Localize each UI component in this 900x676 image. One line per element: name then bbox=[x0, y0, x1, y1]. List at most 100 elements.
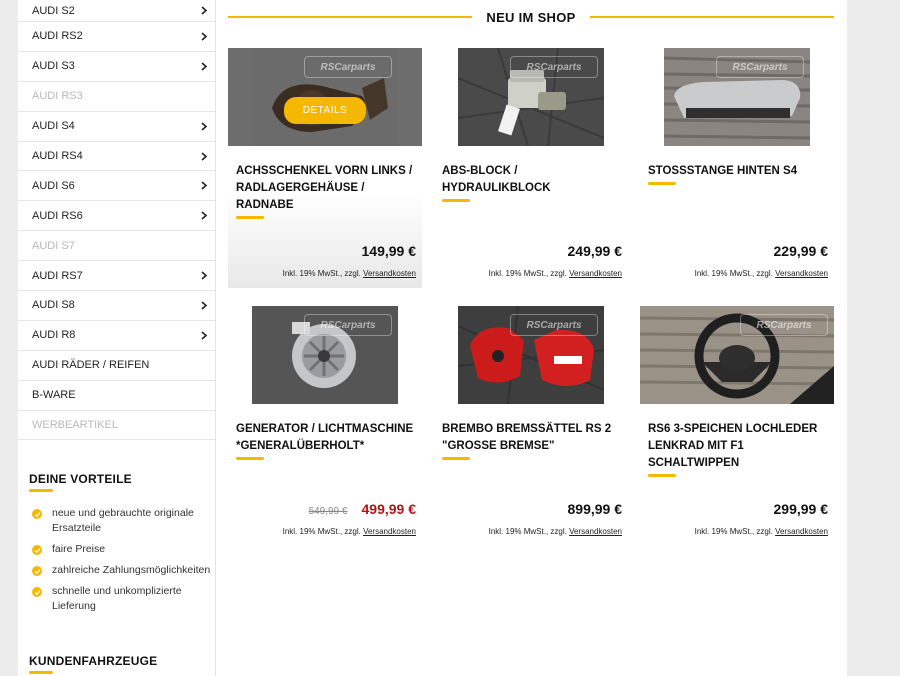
customer-cars-title: KUNDENFAHRZEUGE bbox=[29, 654, 157, 674]
product-title[interactable]: ABS-BLOCK / HYDRAULIKBLOCK bbox=[442, 163, 624, 202]
product-card[interactable]: RSCarparts STOSSSTANGE HINTEN S4 229,99 … bbox=[640, 48, 834, 288]
benefit-item: faire Preise bbox=[29, 542, 215, 557]
product-card[interactable]: RSCarparts ABS-BLOCK / HYDRAULIKBLOCK 24… bbox=[434, 48, 628, 288]
category-item-audi-s2[interactable]: AUDI S2 bbox=[18, 0, 215, 22]
brake-caliper-photo: RSCarparts bbox=[458, 306, 604, 404]
category-item-audi-s3[interactable]: AUDI S3 bbox=[18, 52, 215, 82]
bumper-photo: RSCarparts bbox=[664, 48, 810, 146]
sidebar: AUDI S2 AUDI RS2 AUDI S3 AUDI RS3 AUDI S… bbox=[18, 0, 216, 676]
benefits-section: DEINE VORTEILE neue und gebrauchte origi… bbox=[18, 440, 215, 614]
category-item-audi-r8[interactable]: AUDI R8 bbox=[18, 321, 215, 351]
price-row: 249,99 € bbox=[568, 243, 623, 259]
benefit-item: schnelle und unkomplizierte Lieferung bbox=[29, 584, 215, 614]
chevron-right-icon bbox=[199, 121, 209, 131]
price-row: 549,99 € 499,99 € bbox=[309, 501, 416, 517]
category-item-audi-rs2[interactable]: AUDI RS2 bbox=[18, 22, 215, 52]
product-title[interactable]: GENERATOR / LICHTMASCHINE *GENERALÜBERHO… bbox=[236, 421, 418, 460]
category-item-werbeartikel: WERBEARTIKEL bbox=[18, 411, 215, 441]
shipping-link[interactable]: Versandkosten bbox=[363, 527, 416, 536]
category-label: AUDI S7 bbox=[32, 239, 75, 252]
tax-note: Inkl. 19% MwSt., zzgl. Versandkosten bbox=[489, 269, 622, 278]
category-label: AUDI RÄDER / REIFEN bbox=[32, 359, 150, 372]
product-card[interactable]: RSCarparts BREMBO BREMSSÄTTEL RS 2 "GROS… bbox=[434, 306, 628, 546]
check-icon bbox=[32, 587, 42, 598]
category-label: AUDI S2 bbox=[32, 4, 75, 17]
chevron-right-icon bbox=[199, 31, 209, 41]
check-icon bbox=[32, 545, 42, 556]
product-card[interactable]: RSCarparts GENERATOR / LICHTMASCHINE *GE… bbox=[228, 306, 422, 546]
product-image-area[interactable]: RSCarparts bbox=[228, 306, 422, 404]
category-item-audi-s6[interactable]: AUDI S6 bbox=[18, 171, 215, 202]
tax-note: Inkl. 19% MwSt., zzgl. Versandkosten bbox=[695, 269, 828, 278]
divider-line bbox=[589, 16, 835, 18]
price-row: 229,99 € bbox=[774, 243, 829, 259]
benefit-item: zahlreiche Zahlungsmöglichkeiten bbox=[29, 563, 215, 578]
page: AUDI S2 AUDI RS2 AUDI S3 AUDI RS3 AUDI S… bbox=[18, 0, 847, 676]
check-icon bbox=[32, 566, 42, 577]
category-item-audi-s8[interactable]: AUDI S8 bbox=[18, 291, 215, 321]
product-card[interactable]: RSCarparts DETAILS ACHSSCHENKEL VORN LIN… bbox=[228, 48, 422, 288]
category-item-audi-rs6[interactable]: AUDI RS6 bbox=[18, 201, 215, 232]
chevron-right-icon bbox=[199, 211, 209, 221]
category-label: B-WARE bbox=[32, 389, 76, 402]
product-image-area[interactable]: RSCarparts bbox=[434, 306, 628, 404]
product-title-text: ABS-BLOCK / HYDRAULIKBLOCK bbox=[442, 165, 551, 194]
product-title-text: ACHSSCHENKEL VORN LINKS / RADLAGERGEHÄUS… bbox=[236, 165, 413, 211]
sale-price: 499,99 € bbox=[361, 501, 417, 517]
price-row: 149,99 € bbox=[362, 243, 417, 259]
product-title[interactable]: ACHSSCHENKEL VORN LINKS / RADLAGERGEHÄUS… bbox=[236, 163, 418, 219]
category-item-audi-s4[interactable]: AUDI S4 bbox=[18, 112, 215, 142]
tax-note: Inkl. 19% MwSt., zzgl. Versandkosten bbox=[695, 527, 828, 536]
category-label: AUDI RS7 bbox=[32, 269, 83, 282]
product-title[interactable]: BREMBO BREMSSÄTTEL RS 2 "GROSSE BREMSE" bbox=[442, 421, 624, 460]
product-title-text: STOSSSTANGE HINTEN S4 bbox=[648, 165, 798, 177]
product-title[interactable]: STOSSSTANGE HINTEN S4 bbox=[648, 163, 830, 185]
product-image-area[interactable]: RSCarparts bbox=[640, 48, 834, 146]
shipping-link[interactable]: Versandkosten bbox=[569, 527, 622, 536]
title-underline bbox=[236, 216, 264, 219]
category-item-audi-rs7[interactable]: AUDI RS7 bbox=[18, 261, 215, 292]
price-row: 899,99 € bbox=[568, 501, 623, 517]
benefit-text: faire Preise bbox=[52, 543, 106, 556]
product-image-area[interactable]: RSCarparts DETAILS bbox=[228, 48, 422, 146]
tax-note-text: Inkl. 19% MwSt., zzgl. bbox=[488, 269, 570, 278]
product-price: 249,99 € bbox=[567, 243, 623, 259]
title-underline bbox=[442, 457, 470, 460]
category-label: AUDI RS2 bbox=[32, 30, 83, 43]
category-item-b-ware[interactable]: B-WARE bbox=[18, 381, 215, 411]
shipping-link[interactable]: Versandkosten bbox=[363, 269, 416, 278]
shipping-link[interactable]: Versandkosten bbox=[569, 269, 622, 278]
benefit-text: neue und gebrauchte originale Ersatzteil… bbox=[52, 507, 194, 535]
category-label: AUDI S3 bbox=[32, 60, 75, 73]
category-label: AUDI R8 bbox=[32, 329, 76, 342]
chevron-right-icon bbox=[199, 151, 209, 161]
product-title[interactable]: RS6 3-SPEICHEN LOCHLEDER LENKRAD MIT F1 … bbox=[648, 421, 830, 477]
old-price: 549,99 € bbox=[308, 506, 348, 517]
product-image-area[interactable]: RSCarparts bbox=[640, 306, 834, 404]
tax-note-text: Inkl. 19% MwSt., zzgl. bbox=[694, 269, 776, 278]
category-item-audi-s7: AUDI S7 bbox=[18, 231, 215, 262]
shipping-link[interactable]: Versandkosten bbox=[775, 269, 828, 278]
watermark-logo: RSCarparts bbox=[740, 314, 828, 336]
product-image-area[interactable]: RSCarparts bbox=[434, 48, 628, 146]
chevron-right-icon bbox=[199, 300, 209, 310]
product-title-text: RS6 3-SPEICHEN LOCHLEDER LENKRAD MIT F1 … bbox=[648, 423, 818, 469]
shipping-link[interactable]: Versandkosten bbox=[775, 527, 828, 536]
customer-cars-section: KUNDENFAHRZEUGE bbox=[29, 652, 157, 674]
category-item-audi-raeder-reifen[interactable]: AUDI RÄDER / REIFEN bbox=[18, 351, 215, 381]
product-card[interactable]: RSCarparts RS6 3-SPEICHEN LOCHLEDER LENK… bbox=[640, 306, 834, 546]
category-item-audi-rs4[interactable]: AUDI RS4 bbox=[18, 142, 215, 172]
watermark-logo: RSCarparts bbox=[510, 56, 598, 78]
product-price: 149,99 € bbox=[361, 243, 417, 259]
title-underline bbox=[648, 474, 676, 477]
product-price: 899,99 € bbox=[567, 501, 623, 517]
product-title-text: BREMBO BREMSSÄTTEL RS 2 "GROSSE BREMSE" bbox=[442, 423, 612, 452]
tax-note: Inkl. 19% MwSt., zzgl. Versandkosten bbox=[283, 269, 416, 278]
chevron-right-icon bbox=[199, 330, 209, 340]
category-label: AUDI S4 bbox=[32, 120, 75, 133]
benefit-text: schnelle und unkomplizierte Lieferung bbox=[52, 585, 182, 613]
watermark-logo: RSCarparts bbox=[716, 56, 804, 78]
watermark-logo: RSCarparts bbox=[304, 56, 392, 78]
tax-note: Inkl. 19% MwSt., zzgl. Versandkosten bbox=[283, 527, 416, 536]
details-button[interactable]: DETAILS bbox=[284, 97, 366, 124]
